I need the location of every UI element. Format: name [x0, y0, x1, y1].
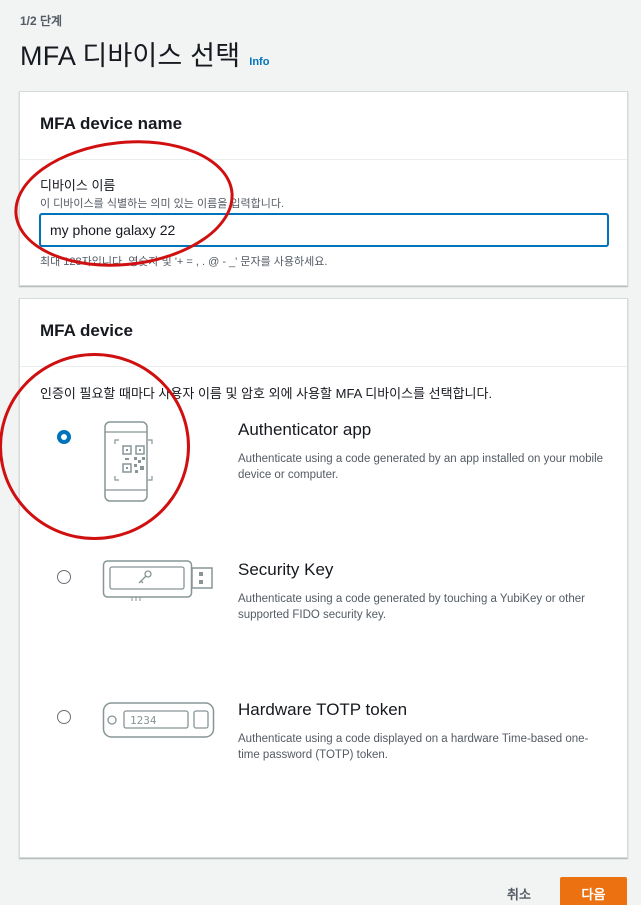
phone-qr-icon — [104, 421, 153, 502]
option-authenticator-app[interactable]: Authenticator app Authenticate using a c… — [20, 419, 627, 529]
device-type-panel-heading: MFA device — [40, 321, 133, 340]
totp-display-text: 1234 — [130, 714, 157, 727]
device-type-panel-header: MFA device — [20, 299, 627, 367]
authenticator-app-description: Authenticate using a code generated by a… — [238, 453, 604, 481]
step-indicator: 1/2 단계 — [20, 14, 63, 28]
device-type-panel: MFA device 인증이 필요할 때마다 사용자 이름 및 암호 외에 사용… — [19, 298, 628, 858]
security-key-description: Authenticate using a code generated by t… — [238, 593, 585, 621]
option-hardware-totp[interactable]: 1234 Hardware TOTP token Authenticate us… — [20, 699, 627, 809]
hardware-totp-description: Authenticate using a code displayed on a… — [238, 733, 589, 761]
page-title-row: MFA 디바이스 선택 Info — [20, 34, 269, 73]
device-name-panel: MFA device name 디바이스 이름 이 디바이스를 식별하는 의미 … — [19, 91, 628, 286]
info-link[interactable]: Info — [249, 56, 269, 68]
next-button[interactable]: 다음 — [560, 877, 627, 905]
hardware-totp-title: Hardware TOTP token — [238, 700, 408, 719]
device-name-description: 이 디바이스를 식별하는 의미 있는 이름을 입력합니다. — [40, 198, 285, 210]
totp-token-icon: 1234 — [102, 702, 215, 738]
device-name-label: 디바이스 이름 — [40, 178, 116, 193]
device-name-panel-heading: MFA device name — [40, 114, 183, 133]
device-type-description: 인증이 필요할 때마다 사용자 이름 및 암호 외에 사용할 MFA 디바이스를… — [40, 386, 493, 401]
option-security-key[interactable]: Security Key Authenticate using a code g… — [20, 559, 627, 669]
device-name-input[interactable] — [40, 214, 608, 246]
device-name-panel-header: MFA device name — [20, 92, 627, 160]
authenticator-app-title: Authenticator app — [238, 420, 372, 439]
security-key-radio[interactable] — [57, 570, 71, 584]
cancel-button[interactable]: 취소 — [497, 878, 541, 905]
page-title: MFA 디바이스 선택 — [20, 41, 241, 71]
usb-key-icon — [102, 560, 213, 601]
hardware-totp-radio[interactable] — [57, 710, 71, 724]
authenticator-app-radio[interactable] — [57, 430, 71, 444]
security-key-title: Security Key — [238, 560, 334, 579]
device-name-constraint: 최대 128자입니다. 영숫자 및 '+ = , . @ - _' 문자를 사용… — [40, 256, 328, 268]
